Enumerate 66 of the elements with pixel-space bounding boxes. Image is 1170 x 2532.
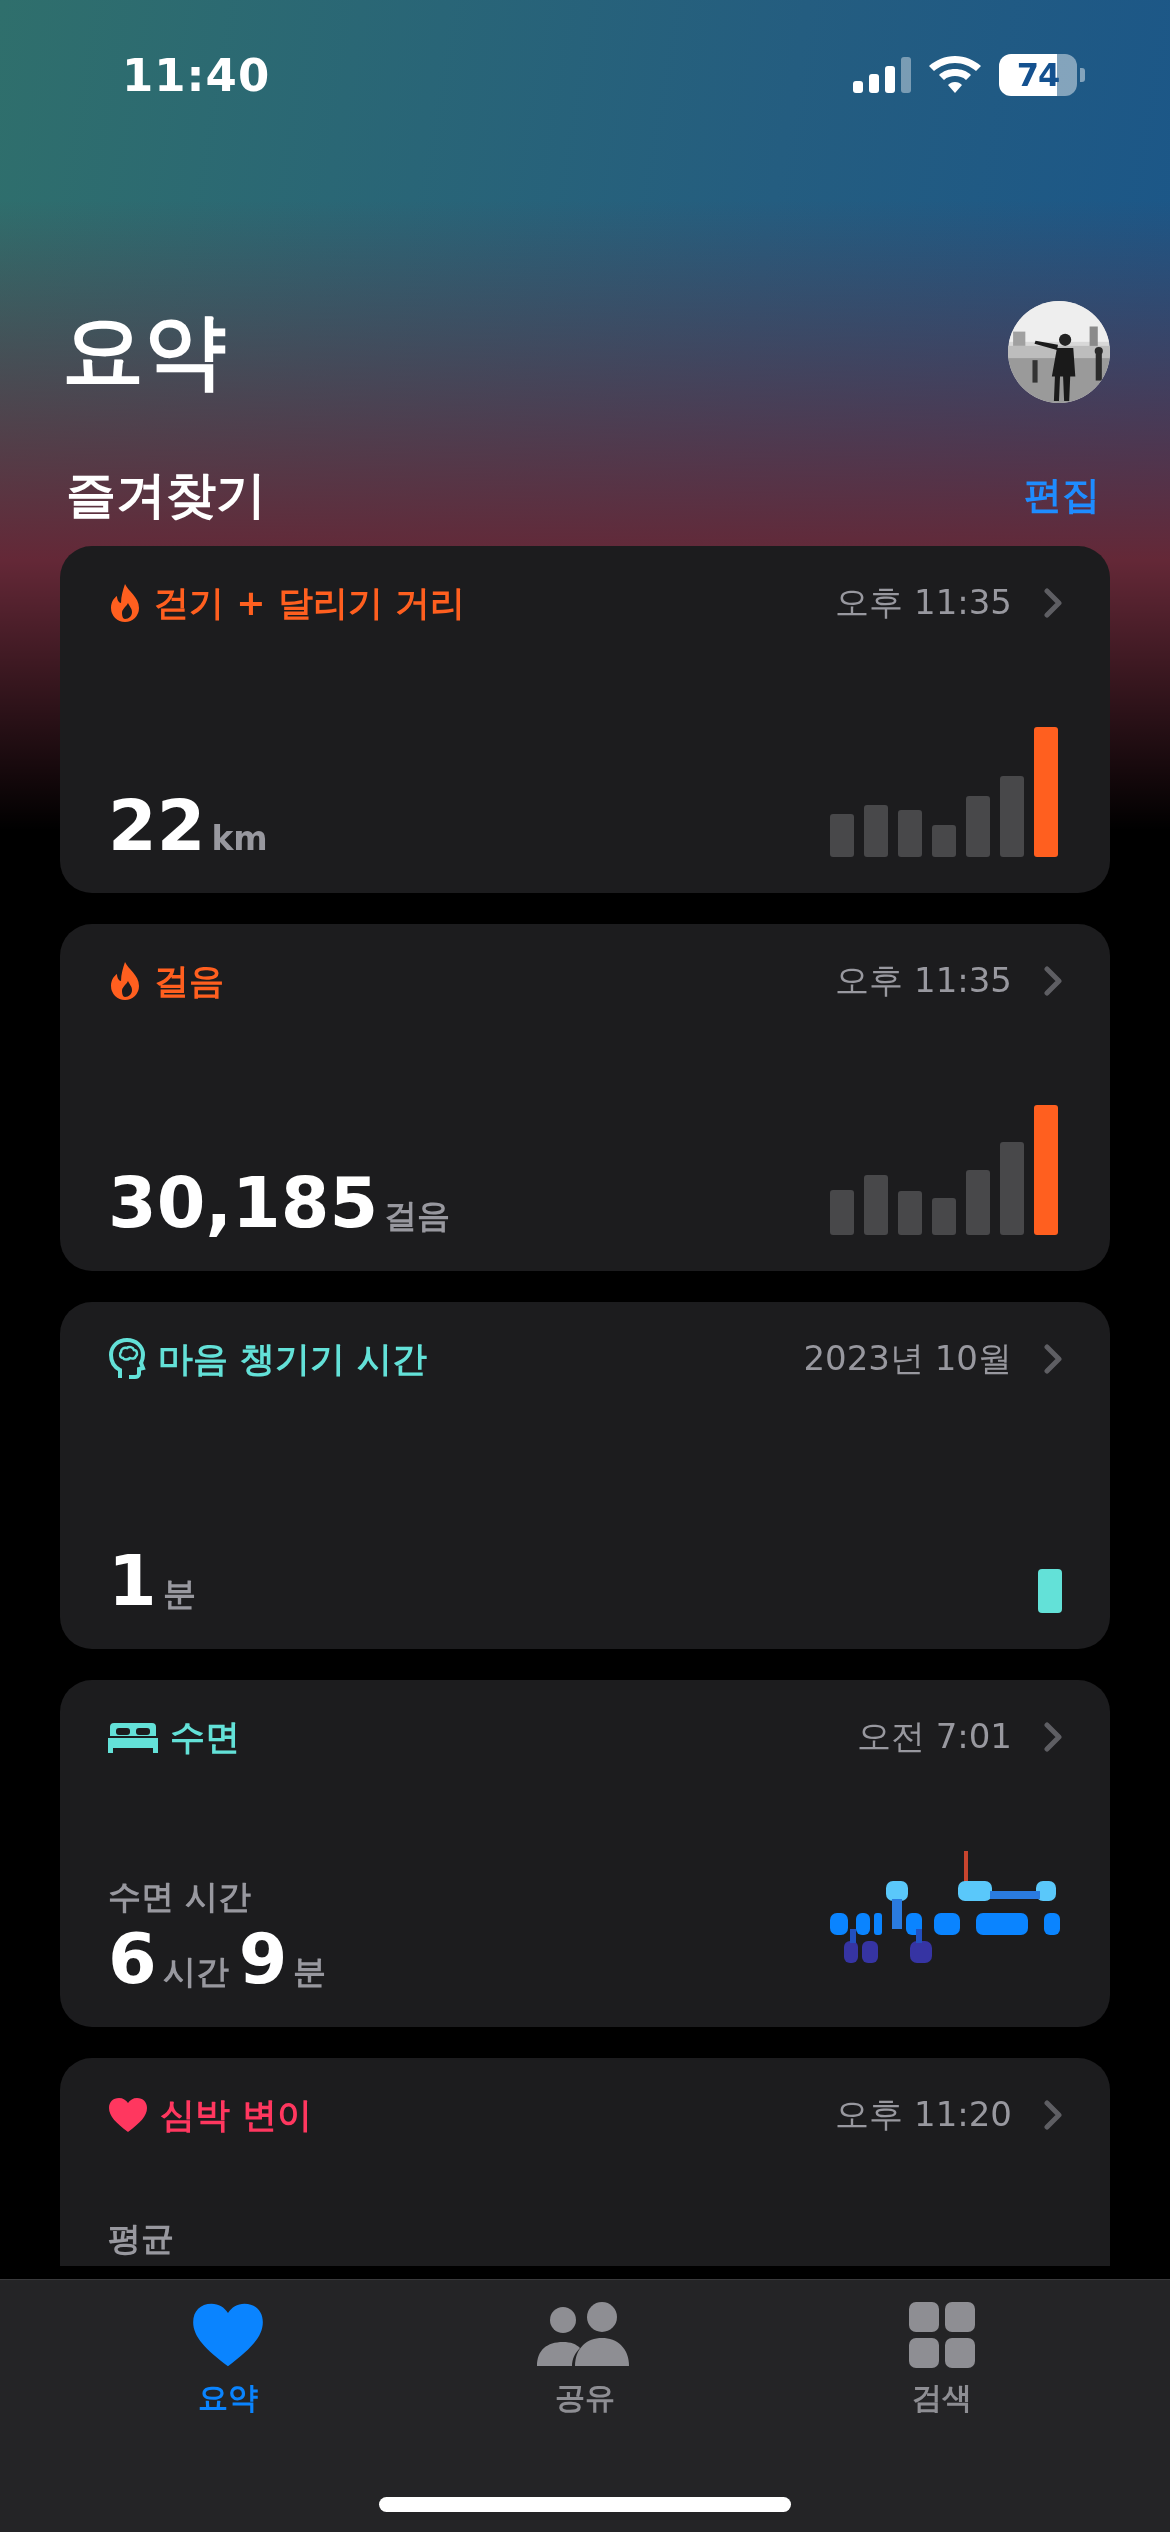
chart-bar — [1038, 1569, 1062, 1613]
sleep-stage-bar — [830, 1913, 848, 1935]
tab[interactable]: 요약 — [118, 2302, 339, 2419]
wifi-icon — [929, 56, 981, 94]
chevron-icon — [1044, 1344, 1062, 1374]
card-title: 마음 챙기기 시간 — [158, 1337, 428, 1381]
sleep-stage-bar — [862, 1941, 878, 1963]
chart-bar — [830, 814, 854, 857]
card-title: 걷기 + 달리기 거리 — [154, 581, 465, 625]
summary-card[interactable]: 심박 변이 오후 11:20 평균 — [60, 2058, 1110, 2266]
chevron-icon — [1044, 966, 1062, 996]
sleep-stage-bar — [1044, 1913, 1060, 1935]
chart-bar — [864, 1175, 888, 1235]
card-time: 오후 11:20 — [835, 2093, 1012, 2136]
sleep-stage-bar — [976, 1913, 1028, 1935]
heart-icon — [191, 2302, 266, 2368]
chart-bar — [966, 796, 990, 857]
edit-link[interactable]: 편집 — [1024, 469, 1110, 521]
chart-bar — [932, 1198, 956, 1235]
chevron-icon — [1044, 588, 1062, 618]
chart-bar — [898, 1191, 922, 1235]
value-unit: 걸음 — [384, 1195, 451, 1237]
tab[interactable]: 검색 — [831, 2302, 1052, 2419]
summary-card[interactable]: 수면 오전 7:01 수면 시간 6 시간 9 분 — [60, 1680, 1110, 2027]
card-time: 오후 11:35 — [835, 959, 1012, 1002]
chart-bar — [864, 805, 888, 857]
signal-icon — [853, 57, 911, 93]
chevron-icon — [1044, 1722, 1062, 1752]
summary-card[interactable]: 걷기 + 달리기 거리 오후 11:35 22 km — [60, 546, 1110, 893]
heart-icon — [108, 2097, 148, 2133]
card-title: 걸음 — [154, 959, 224, 1003]
grid-icon — [908, 2302, 975, 2368]
card-title: 수면 — [170, 1715, 240, 1759]
chevron-icon — [1044, 2100, 1062, 2130]
section-title: 즐겨찾기 — [65, 464, 266, 526]
value-unit: 분 — [293, 1951, 327, 1993]
card-time: 오전 7:01 — [856, 1715, 1012, 1758]
value-unit: km — [211, 819, 268, 858]
clock-time: 11:40 — [122, 48, 271, 102]
page-title: 요약 — [61, 302, 226, 400]
flame-icon — [108, 583, 142, 623]
bed-icon — [108, 1721, 158, 1753]
sleep-stage-bar — [874, 1913, 882, 1935]
value-unit: 시간 — [162, 1951, 229, 1993]
summary-card[interactable]: 마음 챙기기 시간 2023년 10월 1 분 — [60, 1302, 1110, 1649]
value-number: 22 — [108, 791, 206, 861]
summary-card[interactable]: 걸음 오후 11:35 30,185 걸음 — [60, 924, 1110, 1271]
head-icon — [108, 1337, 146, 1381]
card-time: 2023년 10월 — [803, 1337, 1012, 1380]
chart-bar — [966, 1170, 990, 1235]
chart-bar — [898, 810, 922, 857]
card-title: 심박 변이 — [160, 2093, 313, 2137]
metric-label: 평균 — [108, 2218, 174, 2260]
chart-bar — [932, 825, 956, 857]
value-number: 9 — [238, 1924, 288, 1994]
value-number: 30,185 — [108, 1168, 379, 1238]
chart-bar — [830, 1190, 854, 1235]
tab[interactable]: 공유 — [475, 2302, 695, 2419]
flame-icon — [108, 961, 142, 1001]
battery-percent: 74 — [1016, 56, 1060, 94]
value-number: 6 — [108, 1924, 157, 1994]
value-number: 1 — [108, 1546, 157, 1616]
value-unit: 분 — [162, 1573, 196, 1615]
card-time: 오후 11:35 — [835, 581, 1012, 624]
metric-label: 수면 시간 — [108, 1876, 253, 1918]
sleep-stage-bar — [934, 1913, 960, 1935]
